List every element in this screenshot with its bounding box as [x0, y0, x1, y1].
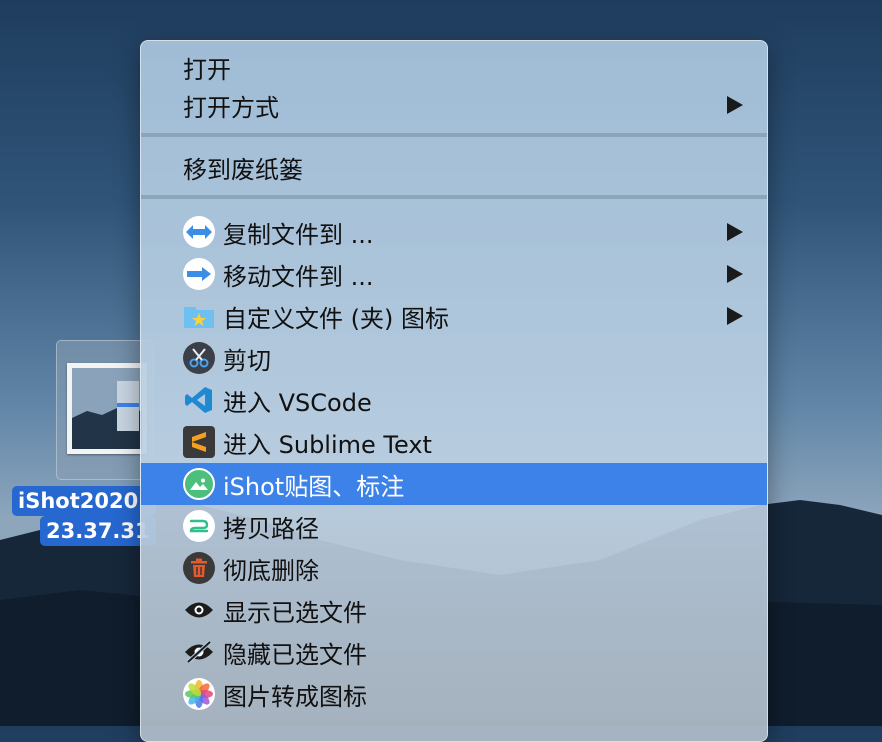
menu-item-cut[interactable]: 剪切 — [141, 337, 767, 379]
trash-icon — [183, 552, 215, 584]
menu-item-open-with[interactable]: 打开方式 — [141, 84, 767, 126]
file-thumbnail-image — [67, 363, 147, 454]
submenu-arrow-icon — [727, 96, 743, 114]
eye-icon — [183, 594, 215, 626]
menu-item-open-vscode[interactable]: 进入 VSCode — [141, 379, 767, 421]
menu-item-label: 彻底删除 — [223, 556, 319, 585]
copy-arrow-icon — [183, 216, 215, 248]
desktop-file-label[interactable]: iShot2020 23.37.31 — [12, 486, 156, 546]
file-label-line2: 23.37.31 — [40, 516, 156, 546]
menu-item-label: 剪切 — [223, 346, 271, 375]
copy-path-icon — [183, 510, 215, 542]
menu-item-move-to-trash[interactable]: 移到废纸篓 — [141, 146, 767, 188]
menu-item-label: 图片转成图标 — [223, 682, 367, 711]
context-menu: 打开 打开方式 移到废纸篓 复制文件到 ... 移动文件到 ... 自定义文件 … — [140, 40, 768, 742]
menu-item-label: 拷贝路径 — [223, 514, 319, 543]
menu-item-open-sublime[interactable]: 进入 Sublime Text — [141, 421, 767, 463]
vscode-icon — [183, 384, 215, 416]
sublime-icon — [183, 426, 215, 458]
file-label-line1: iShot2020 — [12, 486, 156, 516]
menu-item-label: 打开方式 — [183, 93, 279, 122]
menu-item-image-to-icon[interactable]: 图片转成图标 — [141, 673, 767, 715]
menu-item-copy-to[interactable]: 复制文件到 ... — [141, 211, 767, 253]
folder-star-icon — [183, 300, 215, 332]
ishot-icon — [183, 468, 215, 500]
menu-item-label: 打开 — [183, 55, 231, 84]
submenu-arrow-icon — [727, 265, 743, 283]
menu-item-label: 移动文件到 ... — [223, 262, 374, 291]
scissors-icon — [183, 342, 215, 374]
menu-separator — [141, 133, 767, 137]
menu-item-label: 进入 VSCode — [223, 388, 372, 417]
menu-item-open[interactable]: 打开 — [141, 46, 767, 88]
move-arrow-icon — [183, 258, 215, 290]
menu-item-ishot-annotate[interactable]: iShot贴图、标注 — [141, 463, 767, 505]
menu-item-custom-icon[interactable]: 自定义文件 (夹) 图标 — [141, 295, 767, 337]
menu-item-label: 显示已选文件 — [223, 598, 367, 627]
eye-slash-icon — [183, 636, 215, 668]
menu-item-label: iShot贴图、标注 — [223, 472, 405, 501]
menu-item-label: 隐藏已选文件 — [223, 640, 367, 669]
menu-item-copy-path[interactable]: 拷贝路径 — [141, 505, 767, 547]
submenu-arrow-icon — [727, 223, 743, 241]
menu-item-hide-selected[interactable]: 隐藏已选文件 — [141, 631, 767, 673]
photos-icon — [183, 678, 215, 710]
menu-item-delete-permanently[interactable]: 彻底删除 — [141, 547, 767, 589]
menu-item-show-selected[interactable]: 显示已选文件 — [141, 589, 767, 631]
menu-separator — [141, 195, 767, 199]
menu-item-label: 进入 Sublime Text — [223, 430, 432, 459]
submenu-arrow-icon — [727, 307, 743, 325]
menu-item-label: 复制文件到 ... — [223, 220, 374, 249]
menu-item-label: 移到废纸篓 — [183, 155, 303, 184]
menu-item-move-to[interactable]: 移动文件到 ... — [141, 253, 767, 295]
menu-item-label: 自定义文件 (夹) 图标 — [223, 304, 449, 333]
